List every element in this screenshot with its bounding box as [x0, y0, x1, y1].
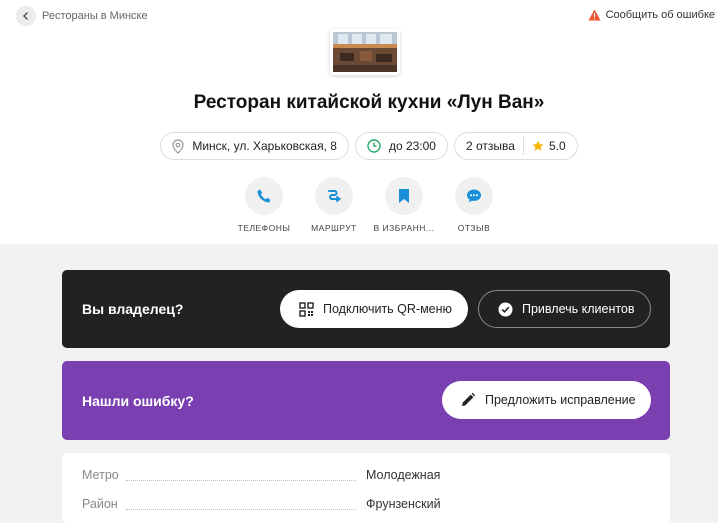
error-card: Нашли ошибку? Предложить исправление — [62, 361, 670, 440]
detail-key: Метро — [82, 468, 125, 482]
hours-text[interactable]: до 23:00 — [389, 139, 436, 153]
chevron-left-icon[interactable] — [16, 6, 36, 26]
header-section: Рестораны в Минске Сообщить об ошибке Ре… — [0, 0, 718, 244]
address-text[interactable]: Минск, ул. Харьковская, 8 — [192, 139, 337, 153]
leader-dots — [126, 480, 356, 481]
details-card: Метро Молодежная Район Фрунзенский — [62, 453, 670, 523]
suggest-fix-button[interactable]: Предложить исправление — [442, 381, 651, 419]
clock-icon — [367, 139, 381, 153]
phone-icon[interactable] — [245, 177, 283, 215]
route-action[interactable]: МАРШРУТ — [310, 177, 358, 233]
bookmark-icon[interactable] — [385, 177, 423, 215]
favorites-action[interactable]: В ИЗБРАНН... — [374, 177, 434, 233]
restaurant-photo[interactable] — [330, 29, 400, 75]
qr-menu-label[interactable]: Подключить QR-меню — [323, 302, 452, 316]
report-error-link[interactable]: Сообщить об ошибке — [588, 9, 715, 21]
detail-value[interactable]: Фрунзенский — [366, 497, 441, 511]
check-circle-icon — [498, 302, 513, 316]
star-icon — [532, 140, 544, 151]
pencil-icon — [462, 392, 476, 406]
attract-clients-button[interactable]: Привлечь клиентов — [478, 290, 651, 328]
review-label[interactable]: ОТЗЫВ — [458, 223, 491, 233]
error-card-title: Нашли ошибку? — [82, 392, 194, 409]
chip-divider — [522, 137, 524, 155]
info-chips: Минск, ул. Харьковская, 8 до 23:00 2 отз… — [0, 132, 718, 160]
phones-label[interactable]: ТЕЛЕФОНЫ — [238, 223, 291, 233]
reviews-count[interactable]: 2 отзыва — [466, 139, 515, 153]
detail-value[interactable]: Молодежная — [366, 468, 440, 482]
attract-clients-label[interactable]: Привлечь клиентов — [522, 302, 635, 316]
back-link-label[interactable]: Рестораны в Минске — [42, 10, 148, 22]
favorites-label[interactable]: В ИЗБРАНН... — [374, 223, 435, 233]
qr-code-icon — [299, 301, 314, 317]
detail-row: Район Фрунзенский — [82, 497, 642, 515]
route-label[interactable]: МАРШРУТ — [311, 223, 357, 233]
warning-icon — [588, 9, 601, 21]
address-chip[interactable]: Минск, ул. Харьковская, 8 — [160, 132, 349, 160]
owner-card: Вы владелец? Подключить QR-меню Привлечь… — [62, 270, 670, 348]
owner-card-title: Вы владелец? — [82, 301, 184, 317]
detail-row: Метро Молодежная — [82, 468, 642, 486]
phones-action[interactable]: ТЕЛЕФОНЫ — [238, 177, 291, 233]
chat-icon[interactable] — [455, 177, 493, 215]
location-pin-icon — [172, 138, 184, 154]
qr-menu-button[interactable]: Подключить QR-меню — [280, 290, 468, 328]
back-link[interactable]: Рестораны в Минске — [16, 6, 148, 26]
action-buttons: ТЕЛЕФОНЫ МАРШРУТ В ИЗБРАНН... ОТЗЫВ — [0, 177, 718, 233]
suggest-fix-label[interactable]: Предложить исправление — [485, 393, 636, 407]
hours-chip[interactable]: до 23:00 — [354, 132, 448, 160]
report-error-label[interactable]: Сообщить об ошибке — [606, 9, 715, 21]
leader-dots — [126, 509, 356, 510]
page-title: Ресторан китайской кухни «Лун Ван» — [193, 92, 545, 113]
detail-key: Район — [82, 497, 124, 511]
route-icon[interactable] — [315, 177, 353, 215]
review-action[interactable]: ОТЗЫВ — [450, 177, 498, 233]
reviews-chip[interactable]: 2 отзыва 5.0 — [453, 132, 578, 160]
rating-value: 5.0 — [548, 139, 566, 153]
